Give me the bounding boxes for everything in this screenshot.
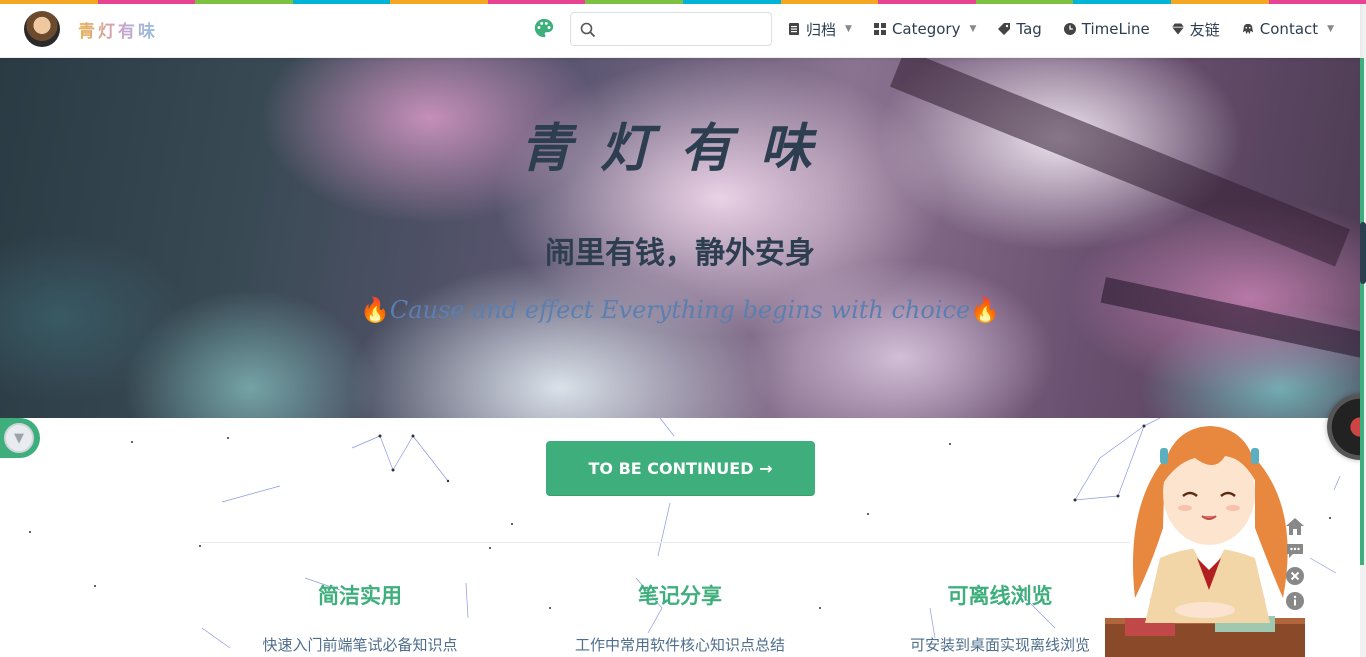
info-icon[interactable] — [1285, 591, 1305, 611]
octocat-icon — [1242, 23, 1254, 35]
navbar: 青灯有味 归档 ▼ Category ▼ Tag TimeLine 友链 Con… — [0, 0, 1360, 58]
search-icon — [580, 22, 596, 38]
top-rainbow-strip — [0, 0, 1366, 4]
feature-card: 简洁实用 快速入门前端笔试必备知识点 — [200, 580, 520, 655]
document-icon — [788, 23, 800, 35]
nav-item-label: Contact — [1259, 20, 1319, 38]
rainbow-segment — [390, 0, 488, 4]
feature-description: 工作中常用软件核心知识点总结 — [574, 636, 785, 654]
hero-banner: 青灯有味 闹里有钱，静外安身 🔥Cause and effect Everyth… — [0, 58, 1360, 418]
tag-icon — [998, 23, 1011, 35]
chevron-down-icon: ▼ — [1327, 24, 1335, 34]
nav-item-label: Category — [891, 20, 961, 38]
nav-item-tag[interactable]: Tag — [998, 20, 1042, 38]
rainbow-segment — [878, 0, 976, 4]
site-name[interactable]: 青灯有味 — [78, 17, 158, 42]
grid-icon — [873, 23, 886, 35]
feature-title: 简洁实用 — [318, 584, 402, 608]
feature-card: 笔记分享 工作中常用软件核心知识点总结 — [520, 580, 840, 655]
nav-item-category[interactable]: Category ▼ — [873, 20, 977, 38]
feature-description: 快速入门前端笔试必备知识点 — [262, 636, 458, 654]
rainbow-segment — [975, 0, 1074, 4]
toggle-knob-icon: ▼ — [4, 423, 34, 453]
rainbow-segment — [1268, 0, 1366, 4]
hero-tagline-text: Cause and effect Everything begins with … — [389, 296, 971, 324]
chat-icon[interactable] — [1285, 541, 1305, 561]
scrollbar-thumb[interactable] — [1360, 222, 1366, 284]
nav-item-archive[interactable]: 归档 ▼ — [788, 19, 852, 40]
reading-mode-toggle[interactable]: ▼ — [0, 418, 40, 458]
chevron-down-icon: ▼ — [969, 24, 977, 34]
home-icon[interactable] — [1285, 516, 1305, 536]
hero-title: 青灯有味 — [519, 118, 840, 179]
rainbow-segment — [292, 0, 391, 4]
scroll-progress-bar — [1360, 58, 1364, 565]
fire-icon: 🔥 — [359, 296, 390, 324]
nav-item-label: Tag — [1016, 20, 1042, 38]
feature-title: 笔记分享 — [638, 584, 722, 608]
rainbow-segment — [683, 0, 781, 4]
rainbow-segment — [487, 0, 586, 4]
nav-item-friend-links[interactable]: 友链 — [1171, 19, 1220, 40]
site-logo-avatar[interactable] — [24, 11, 60, 47]
to-be-continued-button[interactable]: TO BE CONTINUED → — [546, 441, 815, 496]
palette-icon[interactable] — [533, 17, 555, 39]
nav-item-timeline[interactable]: TimeLine — [1063, 20, 1150, 38]
rainbow-segment — [195, 0, 293, 4]
section-divider — [200, 542, 1130, 543]
search-input[interactable] — [603, 19, 763, 39]
clock-icon — [1063, 23, 1076, 35]
hero-subtitle: 闹里有钱，静外安身 — [545, 236, 815, 271]
live2d-mascot-girl[interactable] — [1105, 418, 1310, 657]
nav-item-label: 归档 — [806, 20, 837, 39]
main-nav: 归档 ▼ Category ▼ Tag TimeLine 友链 Contact … — [788, 0, 1356, 58]
rainbow-segment — [585, 0, 684, 4]
diamond-icon — [1171, 23, 1184, 35]
rainbow-segment — [97, 0, 196, 4]
nav-item-label: TimeLine — [1081, 20, 1150, 38]
rainbow-segment — [1073, 0, 1171, 4]
fire-icon: 🔥 — [970, 296, 1001, 324]
rainbow-segment — [0, 0, 98, 4]
close-icon[interactable] — [1285, 566, 1305, 586]
hero-tagline: 🔥Cause and effect Everything begins with… — [0, 296, 1360, 324]
nav-item-contact[interactable]: Contact ▼ — [1242, 20, 1334, 38]
chevron-down-icon: ▼ — [845, 24, 852, 34]
rainbow-segment — [1170, 0, 1269, 4]
nav-item-label: 友链 — [1189, 20, 1220, 39]
mascot-toolbar — [1283, 516, 1307, 616]
rainbow-segment — [780, 0, 879, 4]
search-box[interactable] — [570, 12, 772, 46]
